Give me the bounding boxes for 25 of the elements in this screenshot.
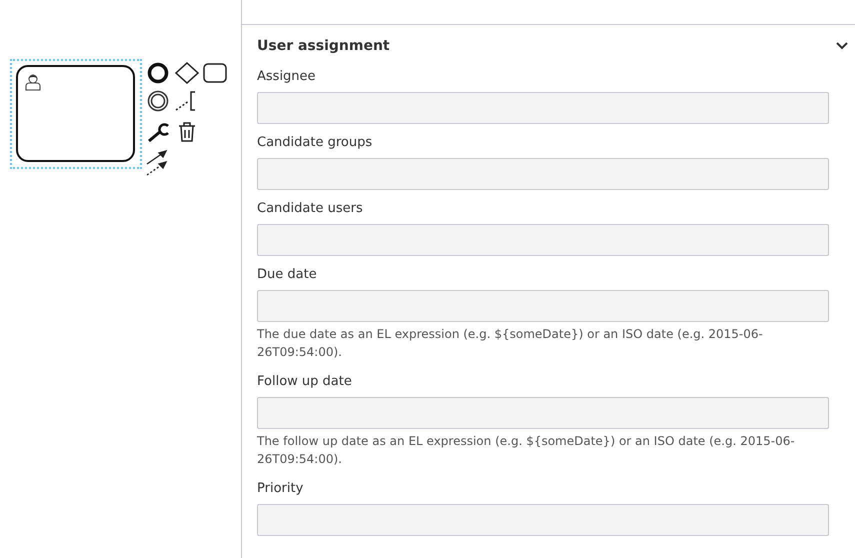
field-label: Candidate users <box>257 200 364 218</box>
section-title: User assignment <box>257 38 390 54</box>
field-label: Assignee <box>257 68 317 86</box>
input-field[interactable] <box>257 224 829 256</box>
user-task-shape[interactable] <box>16 65 135 162</box>
field-label: Candidate groups <box>257 134 374 152</box>
input-field[interactable] <box>257 158 829 190</box>
input-field[interactable] <box>257 92 829 124</box>
user-icon <box>24 73 42 91</box>
input-field[interactable] <box>257 504 829 536</box>
field-label: Due date <box>257 266 318 284</box>
field-label: Follow up date <box>257 373 353 391</box>
field-description: The due date as an EL expression (e.g. ${someDate}) or an ISO date (e.g. 2015-06-26T09:54:00). <box>257 326 764 361</box>
rectangle-icon[interactable] <box>203 63 227 83</box>
trash-icon[interactable] <box>177 121 197 143</box>
connect-arrow-icon[interactable] <box>145 150 169 176</box>
circle-icon[interactable] <box>147 62 169 84</box>
field-description: The follow up date as an EL expression (e.g. ${someDate}) or an ISO date (e.g. 2015-06-26T09:54:00). <box>257 433 796 468</box>
wrench-icon[interactable] <box>147 121 171 143</box>
field-label: Priority <box>257 480 304 498</box>
double-circle-icon[interactable] <box>147 90 169 112</box>
diamond-icon[interactable] <box>175 62 199 84</box>
input-field[interactable] <box>257 290 829 322</box>
chevron-icon[interactable] <box>835 41 849 51</box>
input-field[interactable] <box>257 397 829 429</box>
